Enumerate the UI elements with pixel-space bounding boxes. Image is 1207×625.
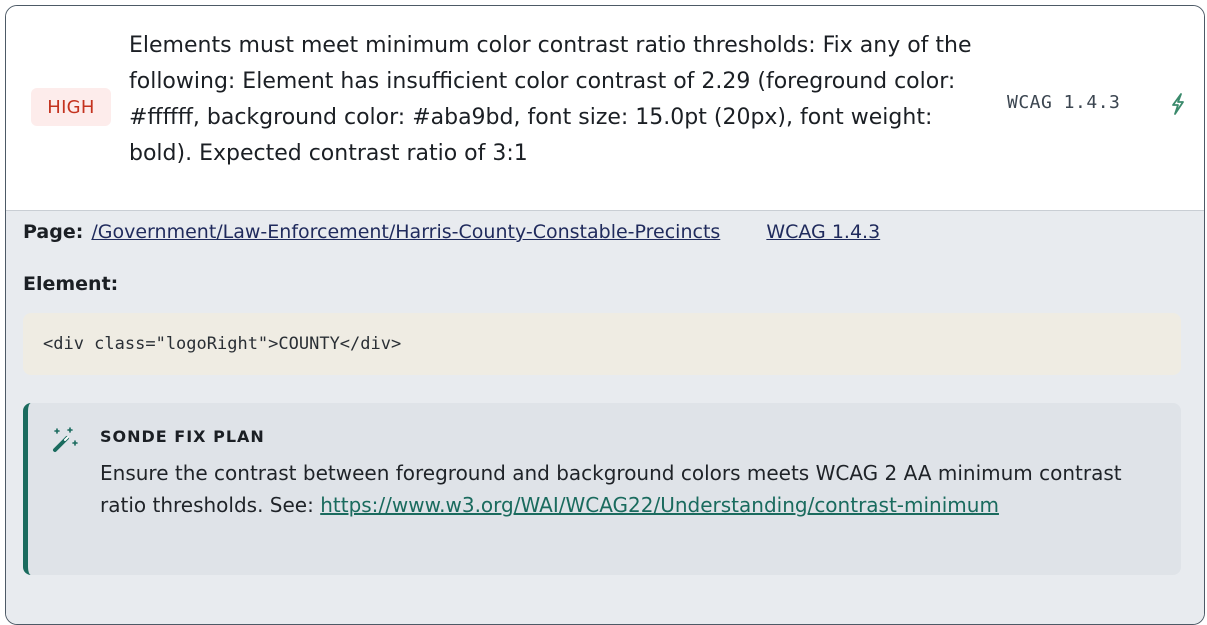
- fix-plan-panel: SONDE FIX PLAN Ensure the contrast betwe…: [23, 403, 1181, 575]
- issue-title: Elements must meet minimum color contras…: [129, 33, 972, 166]
- wcag-link[interactable]: WCAG 1.4.3: [766, 221, 880, 243]
- element-label: Element:: [23, 273, 119, 295]
- wcag-reference: WCAG 1.4.3: [1007, 92, 1121, 113]
- severity-badge: HIGH: [31, 88, 111, 126]
- fix-plan-title: SONDE FIX PLAN: [100, 427, 265, 446]
- fix-plan-body: Ensure the contrast between foreground a…: [100, 457, 1140, 521]
- page-path-link[interactable]: /Government/Law-Enforcement/Harris-Count…: [91, 221, 720, 243]
- element-code: <div class="logoRight">COUNTY</div>: [23, 313, 1181, 375]
- fix-plan-link[interactable]: https://www.w3.org/WAI/WCAG22/Understand…: [320, 493, 999, 517]
- page-label: Page:: [23, 221, 84, 243]
- issue-header: HIGH Elements must meet minimum color co…: [6, 6, 1204, 211]
- magic-wand-sparkle-icon: [53, 427, 78, 452]
- page-line: Page: /Government/Law-Enforcement/Harris…: [23, 219, 880, 245]
- magic-wand-icon[interactable]: [1169, 92, 1187, 116]
